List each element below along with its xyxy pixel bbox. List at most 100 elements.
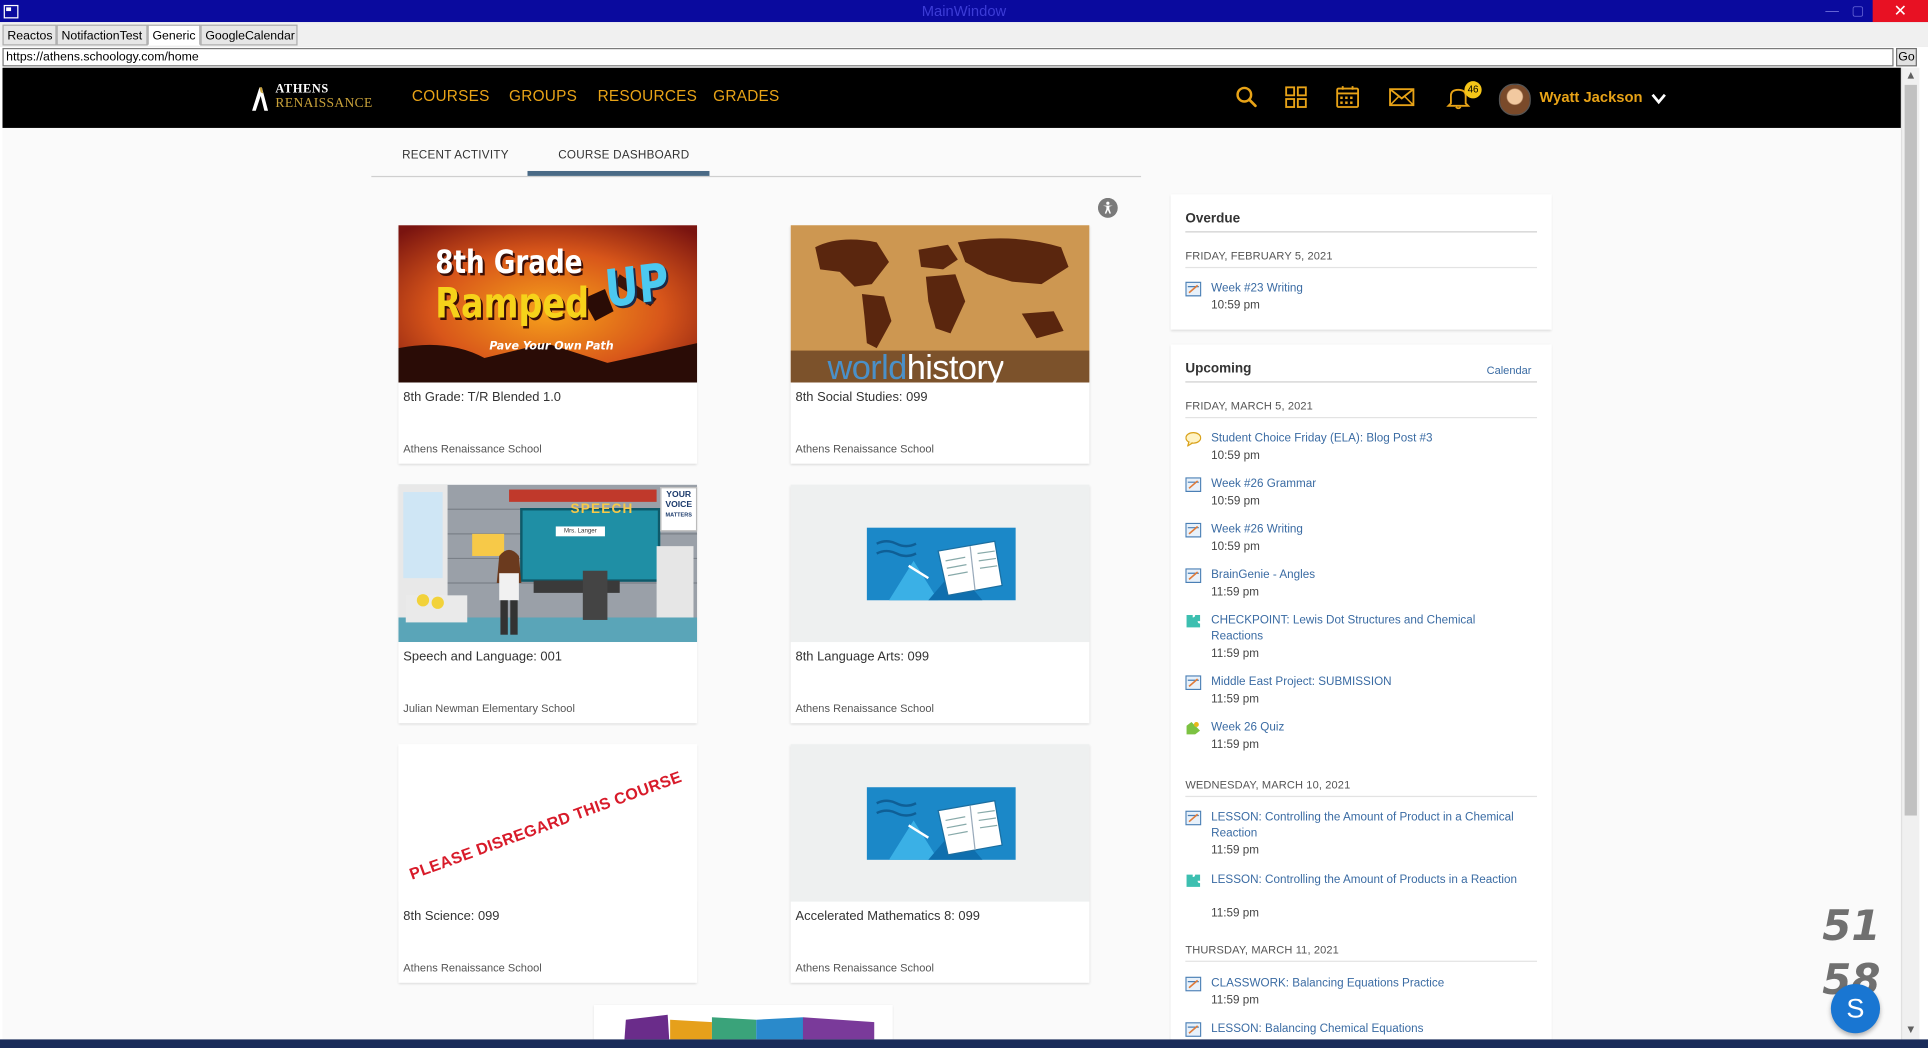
- date-heading: WEDNESDAY, MARCH 10, 2021: [1185, 778, 1351, 791]
- minimize-button[interactable]: —: [1820, 0, 1845, 22]
- event-title[interactable]: LESSON: Controlling the Amount of Produc…: [1211, 809, 1518, 841]
- puzzle-icon: [1186, 615, 1201, 628]
- event-title[interactable]: LESSON: Controlling the Amount of Produc…: [1211, 872, 1518, 888]
- course-image: [790, 484, 1090, 643]
- url-row: https://athens.schoology.com/home Go: [0, 46, 1928, 68]
- event-title[interactable]: LESSON: Balancing Chemical Equations: [1211, 1021, 1518, 1037]
- event-title[interactable]: Week #23 Writing: [1211, 280, 1518, 296]
- url-input[interactable]: https://athens.schoology.com/home: [2, 47, 1894, 67]
- nav-groups[interactable]: GROUPS: [509, 87, 577, 104]
- course-card[interactable]: Accelerated Mathematics 8: 099 Athens Re…: [790, 744, 1090, 983]
- date-heading: THURSDAY, MARCH 11, 2021: [1185, 943, 1339, 956]
- course-name[interactable]: 8th Language Arts: 099: [796, 649, 930, 664]
- schoology-chat-bubble[interactable]: S: [1830, 984, 1881, 1034]
- tab-reactos[interactable]: Reactos: [2, 24, 57, 46]
- event-title[interactable]: CHECKPOINT: Lewis Dot Structures and Che…: [1211, 613, 1518, 645]
- course-image: [398, 484, 698, 643]
- tab-course-dashboard[interactable]: COURSE DASHBOARD: [558, 149, 689, 163]
- notifications-count-badge: 46: [1464, 81, 1482, 99]
- maximize-button[interactable]: ▢: [1846, 0, 1871, 22]
- event-time: 11:59 pm: [1211, 692, 1259, 707]
- calendar-link[interactable]: Calendar: [1487, 364, 1532, 376]
- banner-speech-sign: SPEECH: [570, 501, 634, 517]
- discussion-icon: [1185, 431, 1202, 447]
- tab-recent-activity[interactable]: RECENT ACTIVITY: [402, 149, 509, 163]
- course-card[interactable]: PLEASE DISREGARD THIS COURSE 8th Science…: [398, 744, 698, 983]
- chevron-down-icon[interactable]: [1650, 90, 1667, 107]
- school-logo[interactable]: ATHENS RENAISSANCE: [248, 82, 372, 114]
- assignment-icon: [1185, 568, 1202, 584]
- nav-courses[interactable]: COURSES: [412, 87, 490, 104]
- course-card[interactable]: [593, 1004, 893, 1040]
- user-name[interactable]: Wyatt Jackson: [1539, 89, 1642, 106]
- nav-grades[interactable]: GRADES: [713, 87, 779, 104]
- course-card[interactable]: worldhistory 8th Social Studies: 099 Ath…: [790, 225, 1090, 464]
- webview: ATHENS RENAISSANCE COURSES GROUPS RESOUR…: [2, 67, 1901, 1040]
- event-title[interactable]: Student Choice Friday (ELA): Blog Post #…: [1211, 431, 1518, 447]
- assignment-icon: [1185, 522, 1202, 538]
- event-time: 10:59 pm: [1211, 448, 1260, 463]
- divider: [1185, 795, 1537, 798]
- banner-voice-badge: YOUR VOICE MATTERS: [660, 487, 698, 532]
- course-name[interactable]: Speech and Language: 001: [403, 649, 562, 664]
- course-card[interactable]: SPEECH Mrs. Langer YOUR VOICE MATTERS Sp…: [398, 484, 698, 724]
- badge-line2: VOICE: [665, 500, 693, 510]
- mail-icon[interactable]: [1388, 85, 1415, 110]
- event-title[interactable]: Week 26 Quiz: [1211, 720, 1518, 736]
- event-title[interactable]: CLASSWORK: Balancing Equations Practice: [1211, 975, 1518, 991]
- event-time: 11:59 pm: [1211, 585, 1259, 600]
- os-taskbar: [0, 1039, 1928, 1048]
- overdue-panel: Overdue FRIDAY, FEBRUARY 5, 2021 Week #2…: [1170, 194, 1552, 330]
- search-icon[interactable]: [1233, 85, 1260, 110]
- event-time: 11:59 pm: [1211, 738, 1259, 752]
- banner-board-label: Mrs. Langer: [555, 526, 605, 537]
- page-scrollbar[interactable]: ▲ ▼: [1900, 67, 1920, 1040]
- event-title[interactable]: Middle East Project: SUBMISSION: [1211, 674, 1518, 690]
- course-name[interactable]: 8th Social Studies: 099: [796, 390, 928, 405]
- apps-grid-icon[interactable]: [1282, 85, 1309, 110]
- event-title[interactable]: Week #26 Writing: [1211, 522, 1518, 538]
- assignment-icon: [1185, 477, 1202, 493]
- event-time: 10:59 pm: [1211, 298, 1260, 313]
- overdue-heading: Overdue: [1185, 211, 1241, 227]
- accessibility-icon[interactable]: [1098, 198, 1118, 218]
- assignment-icon: [1185, 976, 1202, 992]
- go-button[interactable]: Go: [1896, 47, 1917, 67]
- assignment-icon: [1185, 281, 1202, 297]
- scroll-down-icon[interactable]: ▼: [1902, 1022, 1919, 1037]
- site-header: ATHENS RENAISSANCE COURSES GROUPS RESOUR…: [2, 67, 1901, 128]
- close-button[interactable]: ✕: [1872, 0, 1928, 23]
- divider: [1185, 266, 1537, 269]
- course-image: [790, 744, 1090, 902]
- banner-title-line1: 8th Grade: [435, 244, 583, 282]
- tab-generic[interactable]: Generic: [147, 24, 201, 46]
- assignment-icon: [1185, 1022, 1202, 1037]
- overdue-date: FRIDAY, FEBRUARY 5, 2021: [1185, 249, 1333, 263]
- window-title: MainWindow: [921, 2, 1007, 20]
- course-name[interactable]: 8th Science: 099: [403, 909, 499, 924]
- course-school: Julian Newman Elementary School: [403, 702, 575, 715]
- event-title[interactable]: BrainGenie - Angles: [1211, 567, 1518, 583]
- athens-logo-icon: [252, 87, 269, 111]
- calendar-icon[interactable]: [1334, 85, 1361, 110]
- tab-googlecalendar[interactable]: GoogleCalendar: [200, 24, 298, 46]
- course-card[interactable]: 8th Grade Ramped UP Pave Your Own Path 8…: [398, 225, 698, 464]
- course-name[interactable]: Accelerated Mathematics 8: 099: [796, 909, 980, 924]
- nav-resources[interactable]: RESOURCES: [598, 87, 698, 104]
- course-banner-partial: [624, 1014, 875, 1040]
- divider: [1185, 416, 1537, 419]
- banner-title-line2: Ramped: [435, 279, 590, 329]
- scrollbar-thumb[interactable]: [1904, 84, 1917, 816]
- badge-line3: MATTERS: [665, 511, 692, 518]
- course-school: Athens Renaissance School: [795, 442, 934, 456]
- event-time: 11:59 pm: [1211, 906, 1259, 921]
- course-card[interactable]: 8th Language Arts: 099 Athens Renaissanc…: [790, 484, 1090, 724]
- upcoming-heading: Upcoming: [1185, 361, 1252, 377]
- scroll-up-icon[interactable]: ▲: [1902, 68, 1919, 83]
- tab-notifactiontest[interactable]: NotifactionTest: [56, 24, 148, 46]
- event-time: 11:59 pm: [1211, 993, 1259, 1008]
- avatar[interactable]: [1498, 83, 1531, 116]
- course-name[interactable]: 8th Grade: T/R Blended 1.0: [403, 390, 561, 405]
- event-title[interactable]: Week #26 Grammar: [1211, 476, 1518, 492]
- dashboard-tabs: RECENT ACTIVITY COURSE DASHBOARD: [371, 144, 1142, 178]
